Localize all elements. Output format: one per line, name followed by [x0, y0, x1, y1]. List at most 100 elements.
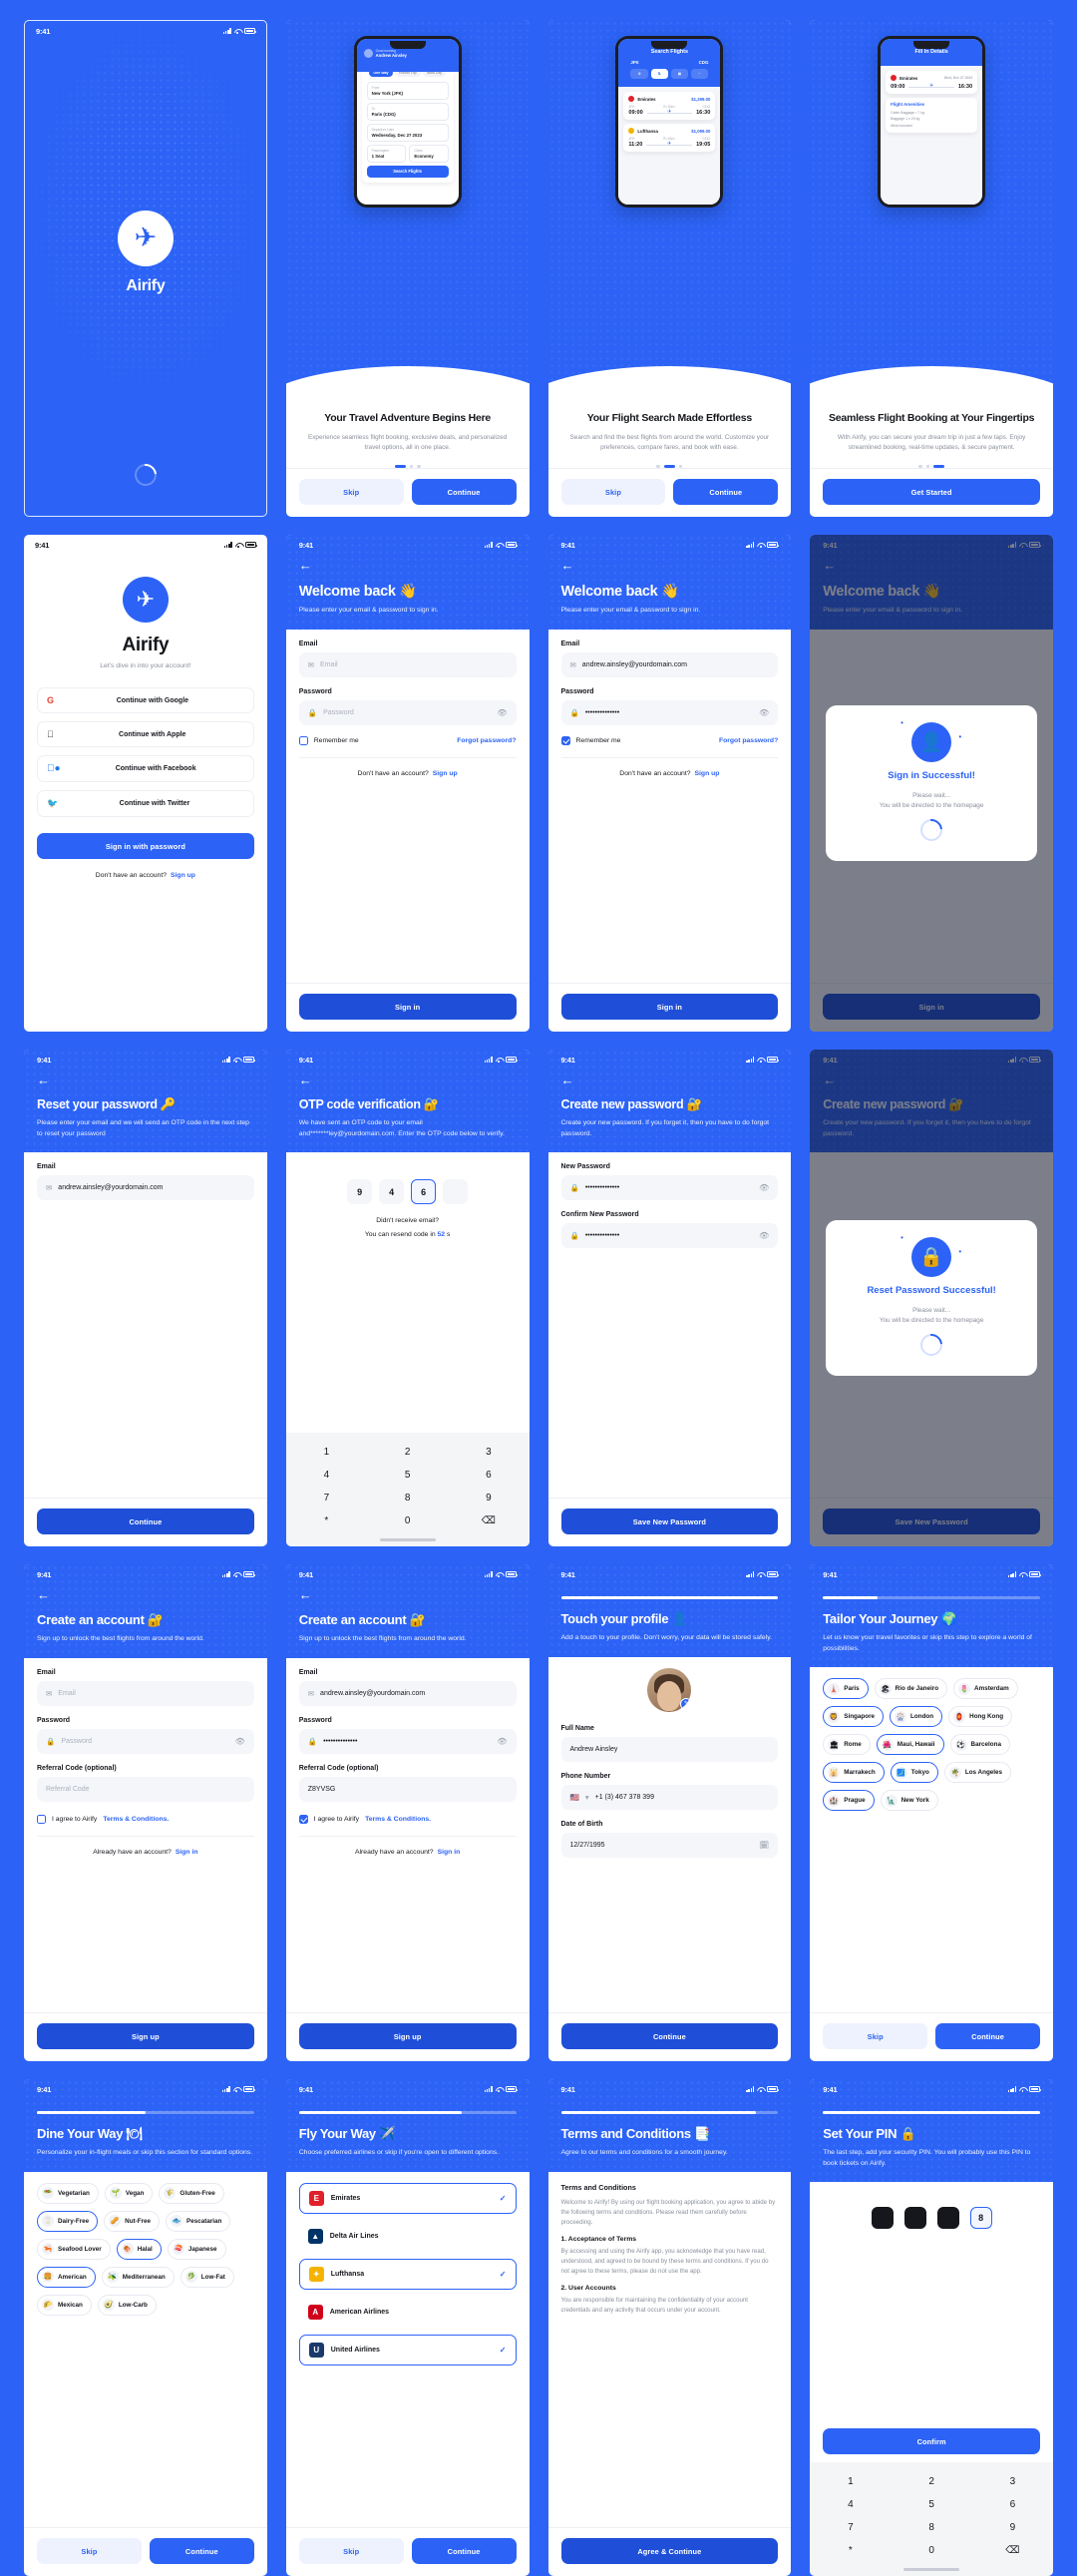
- chip-new-york[interactable]: 🗽 New York: [880, 1790, 938, 1812]
- chip-barcelona[interactable]: ⚽ Barcelona: [949, 1734, 1010, 1756]
- back-icon[interactable]: ←: [37, 1073, 50, 1086]
- airline-list[interactable]: E Emirates ✓ ▲ Delta Air Lines ✦ Lufthan…: [298, 2182, 517, 2365]
- confirm-password-input[interactable]: 🔒 •••••••••••••• 👁: [560, 1223, 779, 1249]
- remember-checkbox[interactable]: [298, 735, 308, 745]
- fullname-input[interactable]: Andrew Ainsley: [560, 1736, 779, 1762]
- continue-twitter-button[interactable]: 🐦 Continue with Twitter: [37, 790, 254, 817]
- confirm-button[interactable]: Confirm: [823, 2428, 1040, 2455]
- chip-gluten-free[interactable]: 🌾 Gluten-Free: [159, 2182, 224, 2204]
- key-8[interactable]: 8: [892, 2516, 972, 2539]
- skip-button[interactable]: Skip: [298, 2538, 404, 2564]
- eye-icon[interactable]: 👁: [497, 1737, 507, 1746]
- chip-seafood-lover[interactable]: 🦐 Seafood Lover: [37, 2238, 111, 2260]
- phone-input[interactable]: 🇺🇸 ▾ +1 (3) 467 378 399: [560, 1784, 779, 1810]
- password-input[interactable]: 🔒 Password 👁: [298, 699, 517, 725]
- skip-button[interactable]: Skip: [823, 2023, 928, 2049]
- remember-checkbox[interactable]: [560, 735, 570, 745]
- forgot-password-link[interactable]: Forgot password?: [457, 737, 516, 744]
- chip-low-fat[interactable]: 🥬 Low-Fat: [180, 2266, 234, 2288]
- password-input[interactable]: 🔒 Password 👁: [37, 1728, 254, 1754]
- otp-digit-4[interactable]: [443, 1179, 469, 1205]
- signin-link[interactable]: Sign in: [176, 1849, 198, 1856]
- terms-link[interactable]: Terms & Conditions.: [103, 1816, 169, 1823]
- chip-maui[interactable]: 🌺 Maui, Hawaii: [876, 1734, 944, 1756]
- chevron-down-icon[interactable]: ▾: [585, 1793, 589, 1802]
- pin-digit-3[interactable]: [936, 2207, 959, 2230]
- continue-button[interactable]: Continue: [411, 479, 517, 505]
- edit-avatar-icon[interactable]: ✎: [680, 1697, 692, 1710]
- back-icon[interactable]: ←: [37, 1588, 50, 1601]
- key-7[interactable]: 7: [286, 1487, 367, 1509]
- back-icon[interactable]: ←: [561, 1073, 574, 1086]
- key-6[interactable]: 6: [448, 1464, 529, 1487]
- chip-nut-free[interactable]: 🥜 Nut-Free: [104, 2210, 161, 2232]
- password-input[interactable]: 🔒 •••••••••••••• 👁: [560, 699, 779, 725]
- eye-icon[interactable]: 👁: [497, 708, 507, 717]
- numeric-keypad[interactable]: 1 2 3 4 5 6 7 8 9 * 0 ⌫: [810, 2462, 1053, 2576]
- key-1[interactable]: 1: [286, 1441, 367, 1464]
- key-2[interactable]: 2: [367, 1441, 448, 1464]
- password-input[interactable]: 🔒 •••••••••••••• 👁: [298, 1728, 517, 1754]
- chip-vegan[interactable]: 🌱 Vegan: [104, 2182, 154, 2204]
- continue-button[interactable]: Continue: [411, 2538, 517, 2564]
- key-4[interactable]: 4: [810, 2493, 891, 2516]
- chip-vegetarian[interactable]: 🥗 Vegetarian: [37, 2182, 99, 2204]
- continue-apple-button[interactable]:  Continue with Apple: [37, 721, 254, 747]
- otp-digit-1[interactable]: 9: [347, 1179, 373, 1205]
- continue-button[interactable]: Continue: [37, 1508, 254, 1534]
- signup-button[interactable]: Sign up: [37, 2023, 254, 2049]
- chip-marrakech[interactable]: 🕌 Marrakech: [823, 1762, 885, 1784]
- pin-digit-2[interactable]: [903, 2207, 926, 2230]
- otp-digit-2[interactable]: 4: [379, 1179, 405, 1205]
- pin-input-group[interactable]: 8: [823, 2207, 1040, 2230]
- airline-american[interactable]: A American Airlines: [299, 2298, 517, 2327]
- continue-button[interactable]: Continue: [673, 479, 779, 505]
- chip-low-carb[interactable]: 🥑 Low-Carb: [97, 2294, 157, 2316]
- agree-checkbox[interactable]: [298, 1814, 308, 1824]
- terms-link[interactable]: Terms & Conditions.: [365, 1816, 431, 1823]
- back-icon[interactable]: ←: [299, 1588, 312, 1601]
- chip-amsterdam[interactable]: 🌷 Amsterdam: [953, 1678, 1018, 1700]
- key-3[interactable]: 3: [448, 1441, 529, 1464]
- chip-american[interactable]: 🍔 American: [37, 2266, 96, 2288]
- continue-facebook-button[interactable]: ● Continue with Facebook: [37, 755, 254, 782]
- back-icon[interactable]: ←: [299, 1073, 312, 1086]
- key-backspace[interactable]: ⌫: [972, 2539, 1053, 2562]
- referral-input[interactable]: Referral Code: [37, 1776, 254, 1802]
- chip-london[interactable]: 🎡 London: [890, 1706, 943, 1728]
- filter-sort[interactable]: ⇅: [650, 69, 669, 79]
- skip-button[interactable]: Skip: [560, 479, 666, 505]
- flight-card[interactable]: Lufthansa $1,099.00 JFK 7h 45m CDG 11:20…: [623, 124, 716, 152]
- calendar-icon[interactable]: 🗓: [759, 1841, 769, 1850]
- forgot-password-link[interactable]: Forgot password?: [719, 737, 778, 744]
- to-field[interactable]: To Paris (CDG): [366, 103, 449, 121]
- chip-tokyo[interactable]: 🗾 Tokyo: [890, 1762, 938, 1784]
- key-7[interactable]: 7: [810, 2516, 891, 2539]
- filter-icon[interactable]: ⚙: [630, 69, 648, 79]
- departure-date-field[interactable]: Departure Date Wednesday, Dec 27 2023: [366, 124, 449, 142]
- chip-mexican[interactable]: 🌮 Mexican: [37, 2294, 92, 2316]
- passengers-field[interactable]: Passengers 1 Seat: [366, 145, 406, 163]
- new-password-input[interactable]: 🔒 •••••••••••••• 👁: [560, 1175, 779, 1201]
- key-star[interactable]: *: [810, 2539, 891, 2562]
- signup-button[interactable]: Sign up: [298, 2023, 517, 2049]
- otp-input-group[interactable]: 9 4 6: [299, 1179, 517, 1205]
- agree-continue-button[interactable]: Agree & Continue: [560, 2538, 779, 2564]
- email-input[interactable]: ✉ andrew.ainsley@yourdomain.com: [298, 1680, 517, 1706]
- numeric-keypad[interactable]: 1 2 3 4 5 6 7 8 9 * 0 ⌫: [285, 1433, 530, 1546]
- airline-lufthansa[interactable]: ✦ Lufthansa ✓: [298, 2258, 517, 2290]
- flight-card[interactable]: Emirates $1,299.00 JFK 7h 30m CDG 09:00 …: [623, 92, 716, 120]
- referral-input[interactable]: Z8YVSG: [298, 1776, 517, 1802]
- eye-icon[interactable]: 👁: [759, 1231, 769, 1240]
- from-field[interactable]: From New York (JFK): [366, 82, 449, 100]
- get-started-button[interactable]: Get Started: [823, 479, 1040, 505]
- chip-los-angeles[interactable]: 🌴 Los Angeles: [943, 1762, 1012, 1784]
- eye-icon[interactable]: 👁: [759, 1183, 769, 1192]
- signup-link[interactable]: Sign up: [695, 770, 720, 777]
- key-6[interactable]: 6: [972, 2493, 1053, 2516]
- destination-chip-list[interactable]: 🗼 Paris 🏖 Rio de Janeiro 🌷 Amsterdam 🦁 Singa…: [823, 1678, 1040, 1812]
- chip-halal[interactable]: 🍖 Halal: [116, 2238, 162, 2260]
- signup-link[interactable]: Sign up: [433, 770, 458, 777]
- chip-hong-kong[interactable]: 🏮 Hong Kong: [948, 1706, 1013, 1728]
- avatar[interactable]: ✎: [647, 1667, 692, 1712]
